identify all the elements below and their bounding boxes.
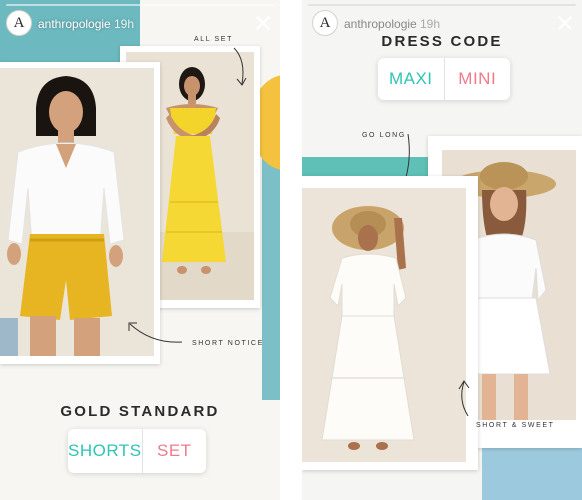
- teal-paper-bottom: [482, 448, 582, 500]
- poll-sticker[interactable]: MAXI MINI: [378, 58, 510, 100]
- photo-yellow-shorts: [0, 68, 154, 356]
- story-panel-left[interactable]: A anthropologie 19h ALL SET SHORT NOTICE…: [0, 0, 280, 500]
- story-panel-right[interactable]: A anthropologie 19h DRESS CODE MAXI MINI…: [302, 0, 582, 500]
- close-icon[interactable]: [254, 14, 272, 32]
- story-header: A anthropologie 19h: [0, 0, 280, 48]
- poll-sticker[interactable]: SHORTS SET: [68, 429, 206, 473]
- timestamp: 19h: [114, 17, 135, 31]
- username[interactable]: anthropologie: [38, 17, 111, 31]
- username[interactable]: anthropologie: [344, 17, 417, 31]
- poll-option-shorts[interactable]: SHORTS: [68, 429, 142, 473]
- photo-card-maxi: [302, 176, 478, 470]
- arrow-icon: [458, 380, 470, 417]
- poll-question: GOLD STANDARD: [60, 403, 220, 420]
- avatar[interactable]: A: [6, 10, 32, 36]
- avatar[interactable]: A: [312, 10, 338, 36]
- poll-option-set[interactable]: SET: [141, 429, 206, 473]
- arrow-icon: [128, 322, 183, 343]
- arrow-icon: [233, 47, 247, 86]
- timestamp: 19h: [420, 17, 441, 31]
- poll-option-mini[interactable]: MINI: [443, 58, 511, 100]
- photo-white-maxi-dress: [302, 188, 466, 462]
- story-progress-bar: [6, 4, 274, 6]
- teal-paper-right: [262, 150, 280, 400]
- story-progress-bar: [308, 4, 576, 6]
- poll-option-maxi[interactable]: MAXI: [378, 58, 444, 100]
- annotation-short-and-sweet: SHORT & SWEET: [476, 422, 555, 429]
- story-header: A anthropologie 19h: [302, 0, 582, 48]
- annotation-short-notice: SHORT NOTICE: [192, 340, 264, 347]
- close-icon[interactable]: [556, 14, 574, 32]
